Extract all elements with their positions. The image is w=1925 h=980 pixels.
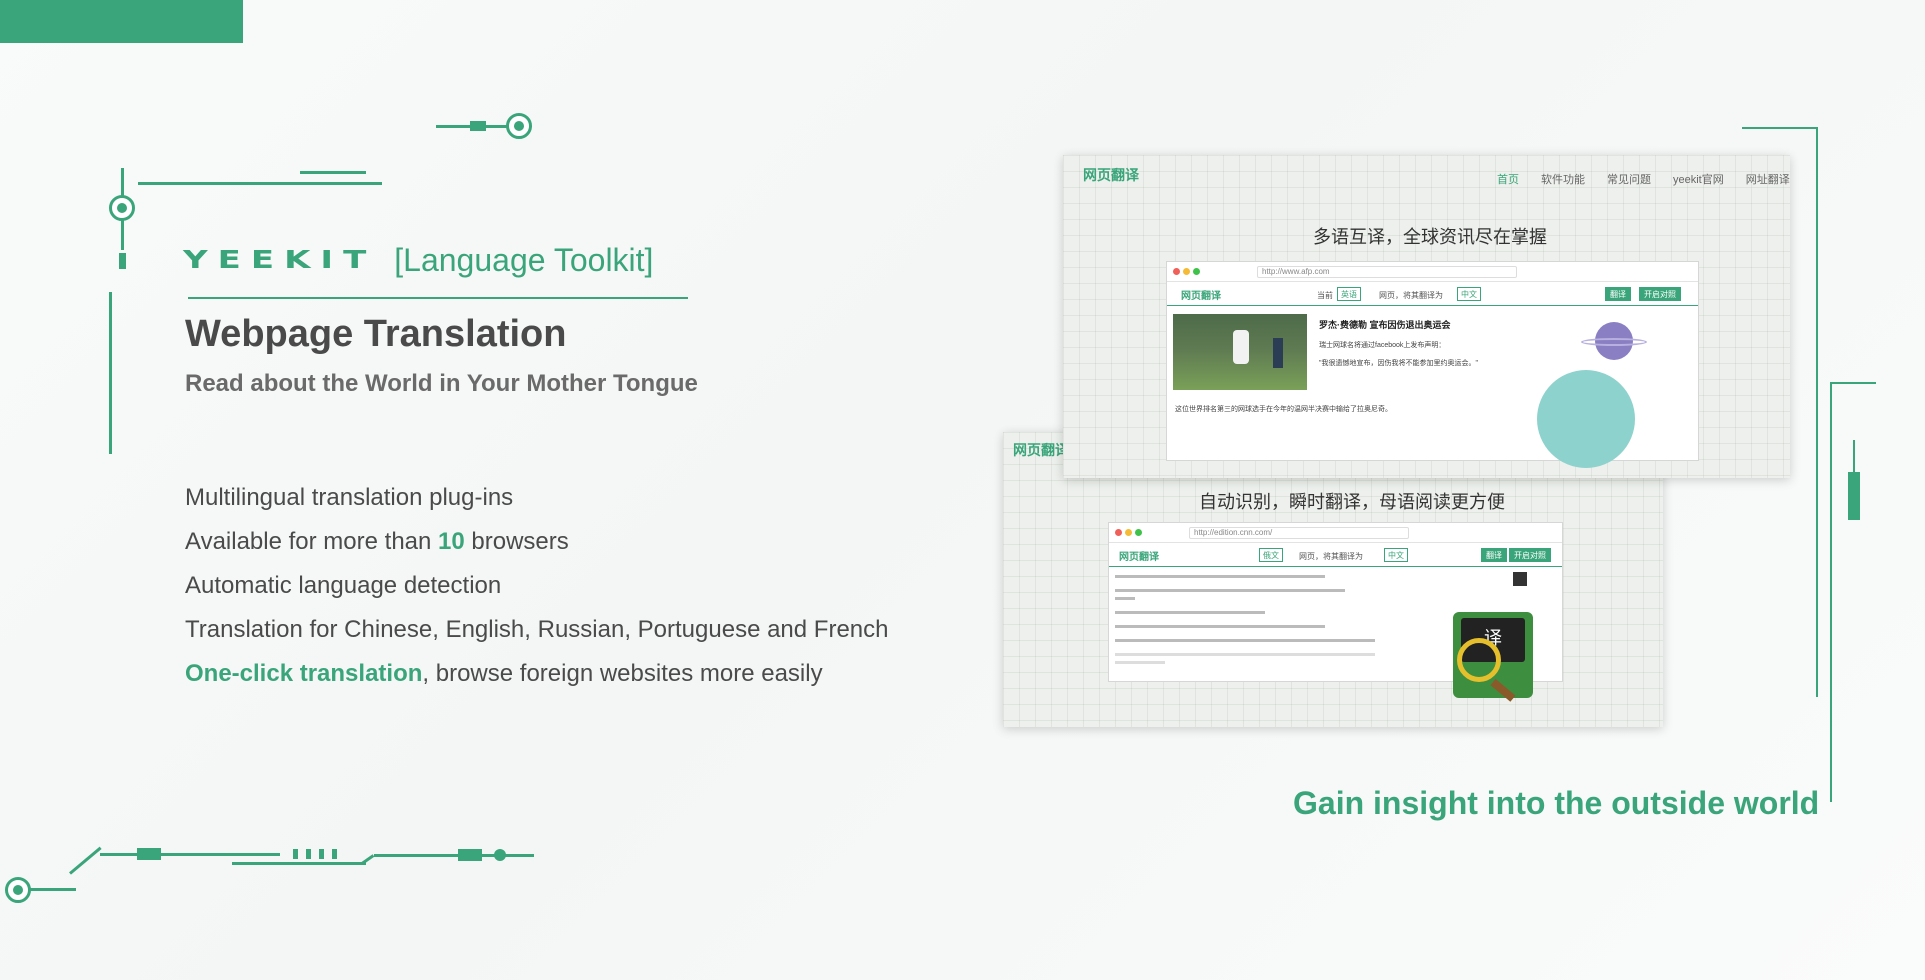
shot1-nav-item: 常见问题 [1607, 174, 1651, 186]
shot1-logo: 网页翻译 [1083, 167, 1139, 183]
shot2-url: http://edition.cnn.com/ [1189, 527, 1409, 539]
feature-item: Translation for Chinese, English, Russia… [185, 616, 889, 643]
feature-item: Multilingual translation plug-ins [185, 484, 514, 511]
article-footer: 这位世界排名第三的网球选手在今年的温网半决赛中输给了拉奥尼奇。 [1175, 406, 1392, 413]
shot1-browser: http://www.afp.com 网页翻译 当前 英语 网页，将其翻译为 中… [1166, 261, 1699, 468]
tennis-photo [1173, 314, 1307, 390]
shot1-source-lang: 英语 [1337, 287, 1361, 301]
one-click-highlight: One-click translation [185, 660, 423, 687]
shot2-translate-button: 翻译 [1481, 548, 1507, 562]
article-quote: "我很遗憾地宣布，因伤我将不能参加里约奥运会。" [1319, 360, 1478, 367]
shot1-nav: 首页 软件功能 常见问题 yeekit官网 网址翻译 [1497, 171, 1790, 187]
page-subtitle: Read about the World in Your Mother Tong… [185, 370, 698, 397]
article-line: 瑞士网球名将通过facebook上发布声明： [1319, 342, 1446, 349]
magnifier-icon [1457, 638, 1501, 682]
moon-illustration [1537, 370, 1635, 468]
shot2-heading: 自动识别，瞬时翻译，母语阅读更方便 [1199, 492, 1505, 512]
feature-item: Automatic language detection [185, 572, 502, 599]
shot1-target-lang: 中文 [1457, 287, 1481, 301]
screenshot-multilingual: 网页翻译 首页 软件功能 常见问题 yeekit官网 网址翻译 多语互译，全球资… [1063, 155, 1790, 478]
shot2-target-lang: 中文 [1384, 548, 1408, 562]
brand-divider [188, 297, 688, 299]
feature-item: One-click translation, browse foreign we… [185, 660, 823, 687]
feature-item: Available for more than 10 browsers [185, 528, 569, 555]
shot1-url: http://www.afp.com [1257, 266, 1517, 278]
shot1-nav-item: 软件功能 [1541, 174, 1585, 186]
shot1-nav-item: 网址翻译 [1745, 174, 1790, 186]
page-title: Webpage Translation [185, 313, 567, 355]
shot1-compare-button: 开启对照 [1639, 287, 1681, 301]
corner-accent-bar [0, 0, 243, 43]
shot2-logo: 网页翻译 [1013, 442, 1069, 458]
shot1-nav-item: yeekit官网 [1673, 174, 1724, 186]
browser-count: 10 [438, 528, 465, 555]
tagline: Gain insight into the outside world [1293, 785, 1820, 821]
shot2-source-lang: 俄文 [1259, 548, 1283, 562]
translation-chip-illustration: 译 [1453, 612, 1533, 702]
yeekit-logo: YEEKIT [183, 245, 377, 275]
brand-tagline: [Language Toolkit] [394, 241, 654, 278]
shot1-heading: 多语互译，全球资讯尽在掌握 [1313, 227, 1547, 247]
feature-list: Multilingual translation plug-ins Availa… [185, 482, 889, 702]
shot1-nav-item: 首页 [1497, 174, 1519, 186]
brand: YEEKIT [Language Toolkit] [183, 240, 653, 280]
chip-small-icon [1513, 572, 1527, 586]
article-title: 罗杰·费德勒 宣布因伤退出奥运会 [1319, 320, 1451, 330]
shot2-compare-button: 开启对照 [1509, 548, 1551, 562]
shot1-translate-button: 翻译 [1605, 287, 1631, 301]
